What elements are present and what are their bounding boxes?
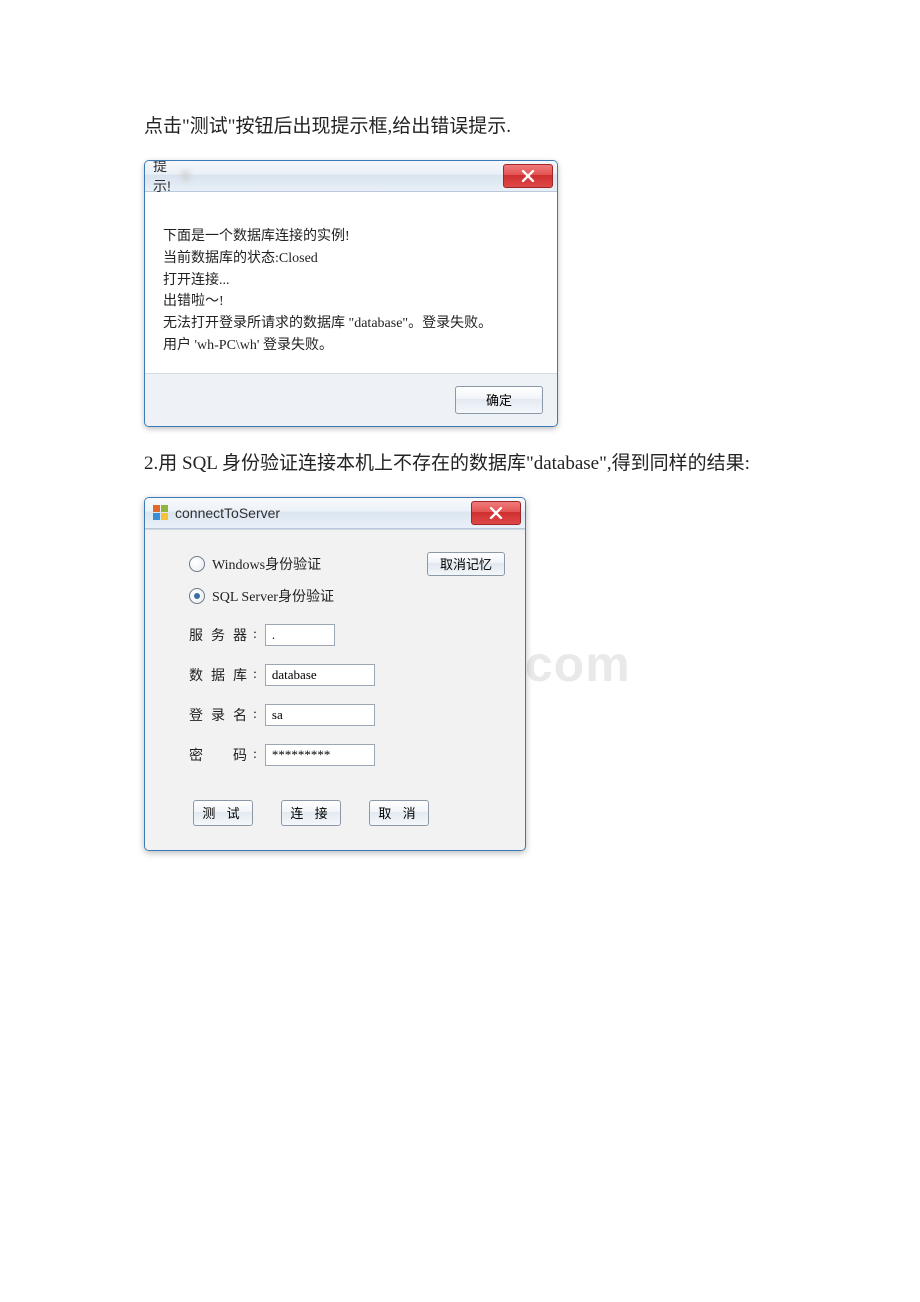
radio-sql-auth[interactable]: SQL Server身份验证 [189,586,334,606]
msg-line-2: 当前数据库的状态:Closed [163,248,541,270]
close-button[interactable] [471,501,521,525]
login-label: 登录名 [189,705,247,725]
cancel-button[interactable]: 取 消 [369,800,429,826]
msg-line-3: 打开连接... [163,270,541,292]
connect-dialog-titlebar[interactable]: connectToServer [145,498,525,529]
close-button[interactable] [503,164,553,188]
connect-dialog-body: Windows身份验证 取消记忆 SQL Server身份验证 服务器: 数据库… [145,529,525,850]
msg-line-4: 出错啦～! [163,291,541,313]
app-icon [153,505,169,521]
message-dialog: 提示! 下面是一个数据库连接的实例! 当前数据库的状态:Closed 打开连接.… [144,160,558,426]
msg-line-6: 用户 'wh-PC\wh' 登录失败。 [163,335,541,357]
msg-line-5: 无法打开登录所请求的数据库 "database"。登录失败。 [163,313,541,335]
database-input[interactable] [265,664,375,686]
msg-line-1: 下面是一个数据库连接的实例! [163,226,541,248]
radio-icon [189,556,205,572]
message-dialog-title: 提示! [153,160,174,196]
paragraph-1: 点击"测试"按钮后出现提示框,给出错误提示. [144,112,776,142]
test-button[interactable]: 测 试 [193,800,253,826]
connect-dialog: connectToServer Windows身份验证 取消记忆 SQL Ser [144,497,526,851]
radio-icon [189,588,205,604]
paragraph-2: 2.用 SQL 身份验证连接本机上不存在的数据库"database",得到同样的… [144,449,776,479]
server-input[interactable] [265,624,335,646]
server-label: 服务器 [189,625,247,645]
message-dialog-footer: 确定 [145,373,557,426]
database-label: 数据库 [189,665,247,685]
titlebar-blur-decoration [180,169,191,183]
connect-dialog-title: connectToServer [175,505,280,521]
connect-button[interactable]: 连 接 [281,800,341,826]
message-dialog-titlebar[interactable]: 提示! [145,161,557,192]
clear-memory-button[interactable]: 取消记忆 [427,552,505,576]
radio-sql-auth-label: SQL Server身份验证 [212,586,334,606]
close-icon [489,507,503,519]
ok-button[interactable]: 确定 [455,386,543,414]
radio-windows-auth[interactable]: Windows身份验证 [189,554,321,574]
radio-windows-auth-label: Windows身份验证 [212,554,321,574]
password-label: 密 码 [189,745,247,765]
password-input[interactable] [265,744,375,766]
login-input[interactable] [265,704,375,726]
close-icon [521,170,535,182]
message-dialog-body: 下面是一个数据库连接的实例! 当前数据库的状态:Closed 打开连接... 出… [145,192,557,372]
